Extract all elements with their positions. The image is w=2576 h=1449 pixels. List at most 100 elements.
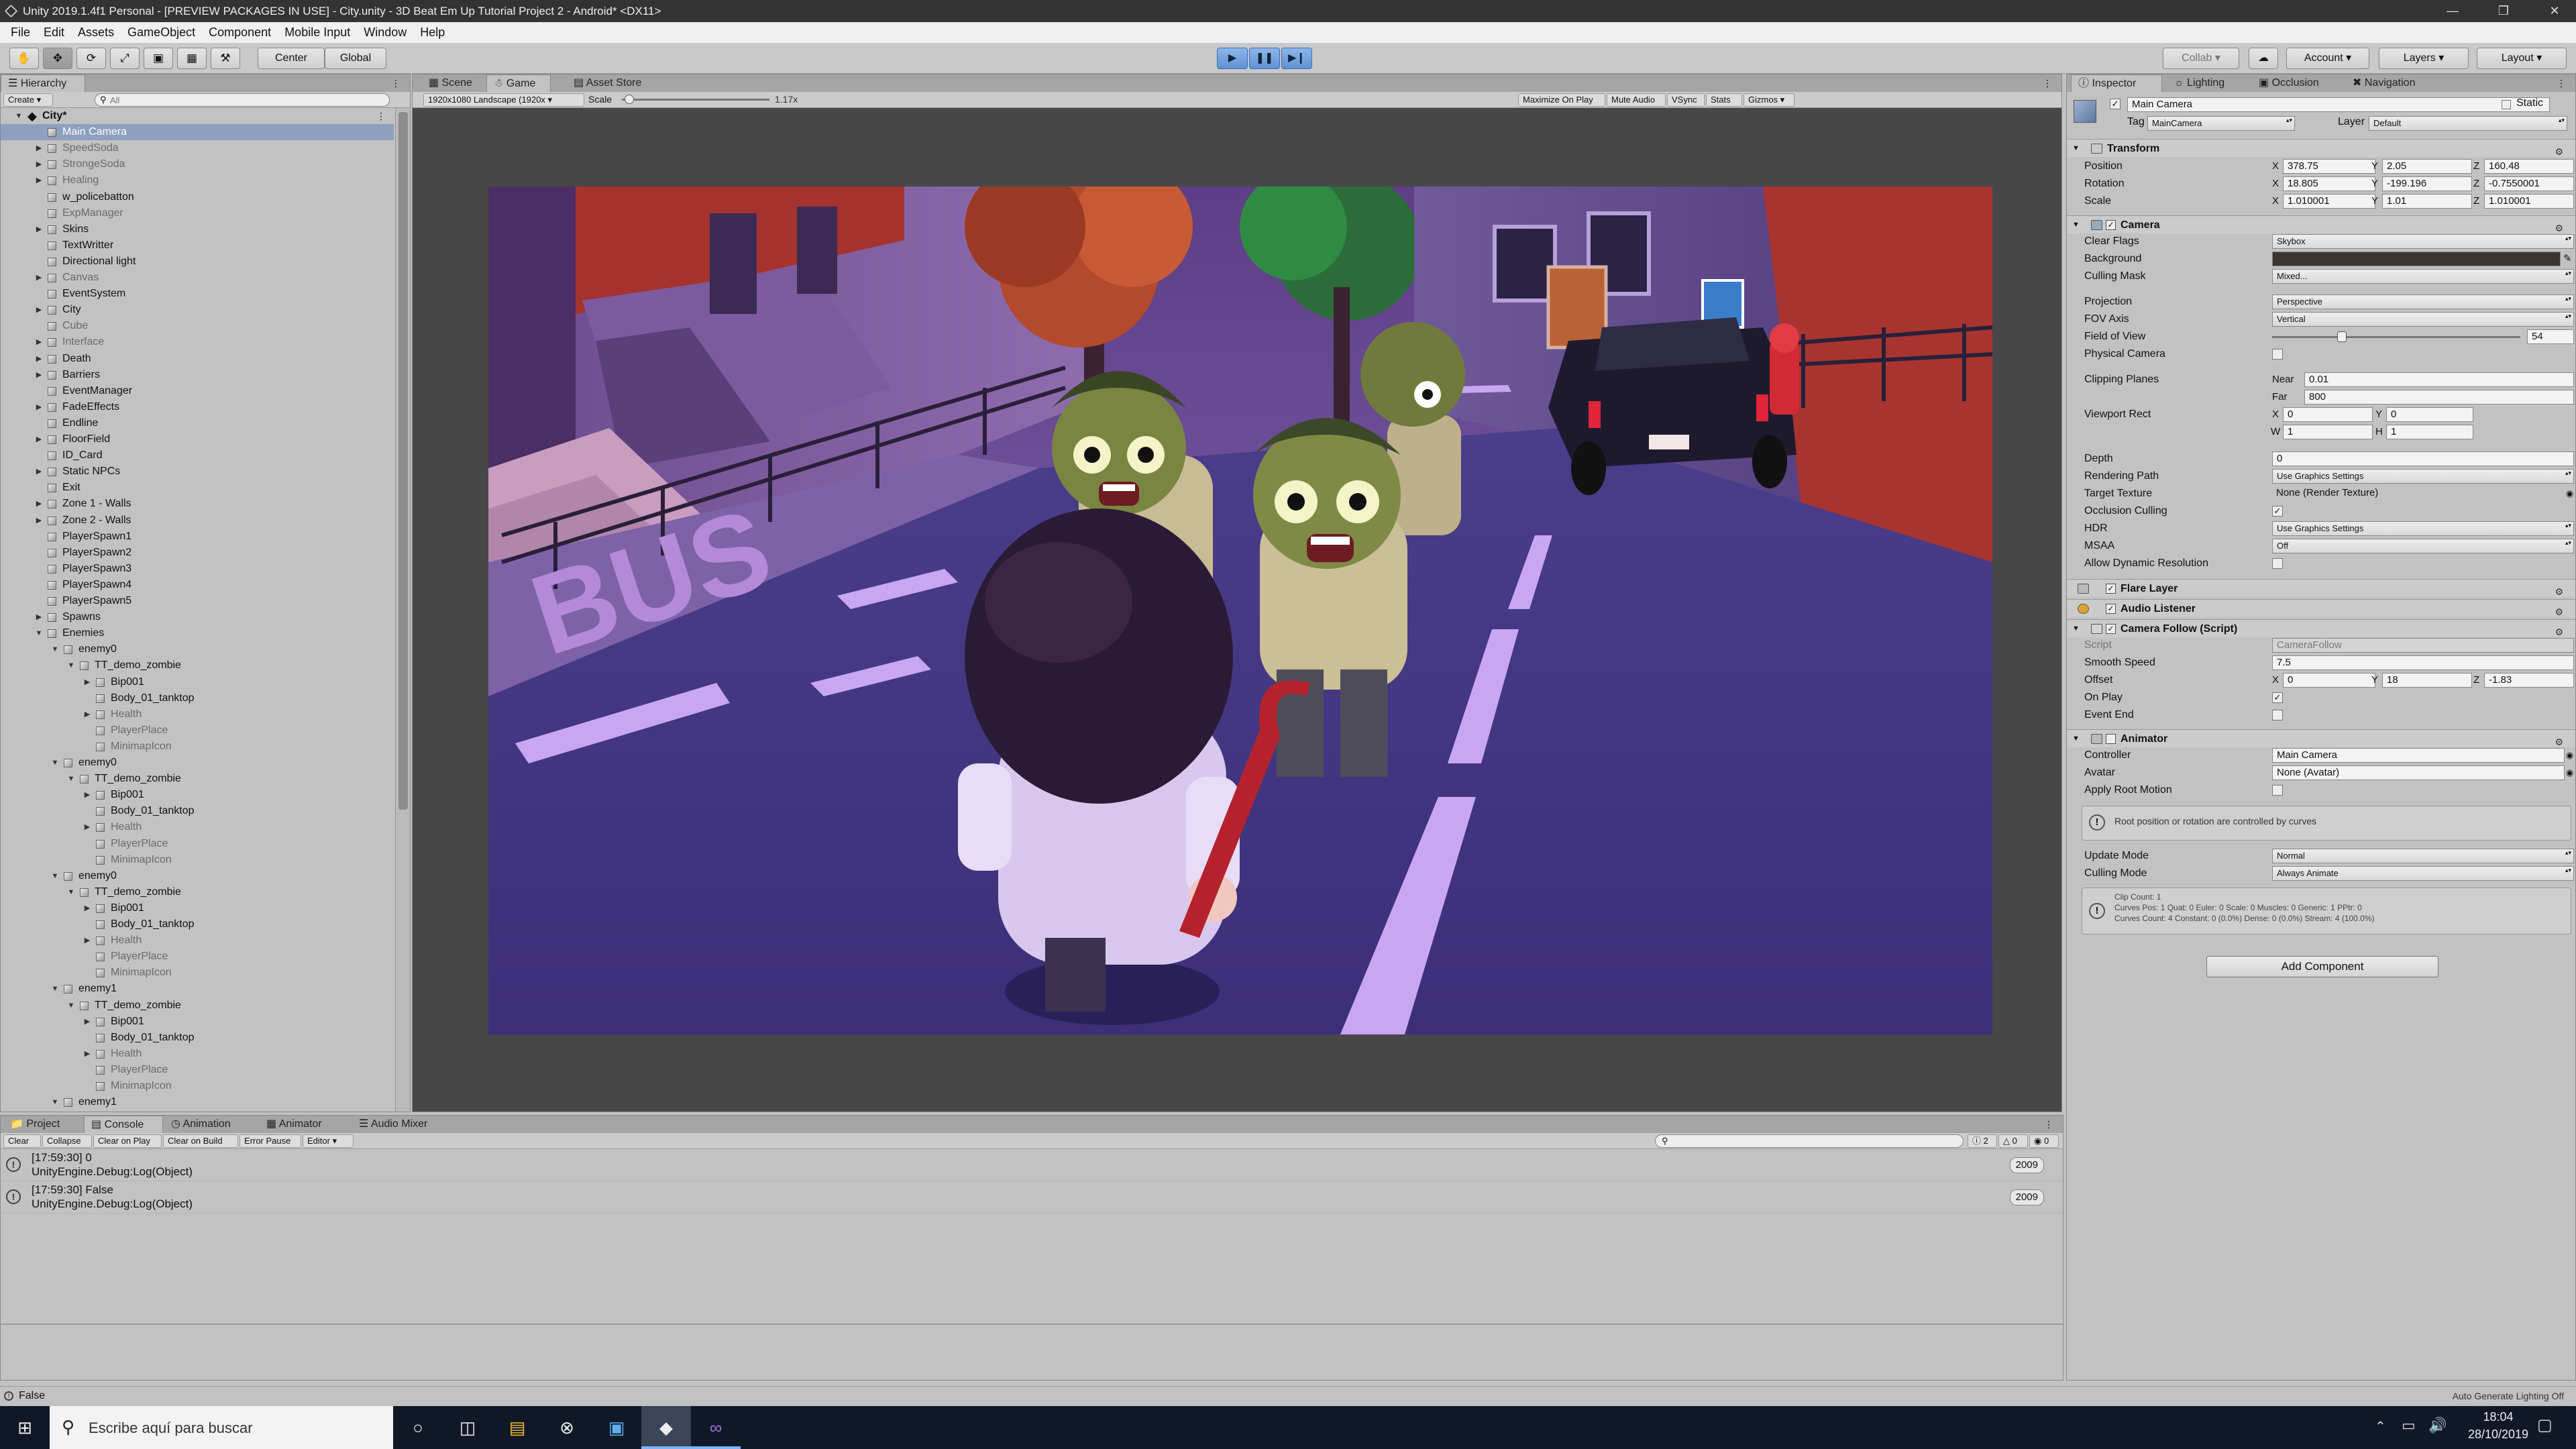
- store-icon[interactable]: ▣: [592, 1406, 641, 1449]
- scene-menu-icon[interactable]: ⋮: [376, 108, 386, 124]
- hierarchy-item[interactable]: ▶ FloorField: [1, 431, 394, 447]
- hierarchy-item[interactable]: ▶ City: [1, 302, 394, 318]
- expand-arrow-icon[interactable]: ▶: [34, 156, 44, 172]
- expand-arrow-icon[interactable]: ▶: [34, 140, 44, 156]
- editor-dropdown[interactable]: Editor ▾: [303, 1134, 354, 1148]
- hierarchy-item[interactable]: ▶ SpeedSoda: [1, 140, 394, 156]
- menu-gameobject[interactable]: GameObject: [121, 22, 202, 43]
- cloud-button[interactable]: ☁: [2249, 48, 2278, 69]
- hierarchy-item[interactable]: EventSystem: [1, 286, 394, 302]
- log-entry[interactable]: ! [17:59:30] 0 UnityEngine.Debug:Log(Obj…: [1, 1149, 2063, 1181]
- hand-tool-button[interactable]: ✋: [9, 48, 39, 69]
- space-global-button[interactable]: Global: [325, 48, 386, 69]
- panel-menu-icon[interactable]: ⋮: [2043, 74, 2052, 92]
- expand-arrow-icon[interactable]: ▶: [83, 787, 92, 803]
- hierarchy-item[interactable]: Body_01_tanktop: [1, 1030, 394, 1046]
- hierarchy-item[interactable]: ▶ Skins: [1, 221, 394, 237]
- hierarchy-item[interactable]: ▶ Health: [1, 1046, 394, 1062]
- hierarchy-item[interactable]: ▼ Enemies: [1, 625, 394, 641]
- tab-scene[interactable]: ▦ Scene: [422, 74, 484, 92]
- audio-listener-component-header[interactable]: ✓ Audio Listener ⚙: [2067, 599, 2575, 617]
- rotation-y-field[interactable]: -199.196: [2382, 176, 2472, 191]
- hierarchy-scroll-thumb[interactable]: [398, 112, 408, 810]
- add-component-button[interactable]: Add Component: [2206, 956, 2438, 977]
- animator-enabled-checkbox[interactable]: [2106, 734, 2116, 744]
- hierarchy-item[interactable]: ▶ Health: [1, 932, 394, 949]
- expand-arrow-icon[interactable]: ▶: [83, 819, 92, 835]
- console-splitter[interactable]: [1, 1324, 2063, 1325]
- tab-animator[interactable]: ▦ Animator: [260, 1116, 339, 1133]
- notification-icon[interactable]: ▢: [2537, 1415, 2553, 1435]
- clock-date[interactable]: 28/10/2019: [2458, 1428, 2538, 1442]
- log-count-toggle[interactable]: ⓘ 2: [1968, 1134, 1997, 1148]
- expand-arrow-icon[interactable]: ▶: [83, 900, 92, 916]
- expand-arrow-icon[interactable]: ▶: [83, 1014, 92, 1030]
- collapse-arrow-icon[interactable]: ▼: [50, 755, 60, 771]
- hierarchy-item[interactable]: ▶ Healing: [1, 172, 394, 189]
- network-icon[interactable]: ▭: [2402, 1417, 2416, 1434]
- eyedropper-icon[interactable]: ✎: [2563, 250, 2572, 268]
- warning-count-toggle[interactable]: △ 0: [1998, 1134, 2028, 1148]
- tray-chevron-icon[interactable]: ⌃: [2375, 1418, 2386, 1435]
- viewport-h-field[interactable]: 1: [2386, 425, 2473, 439]
- collapse-toggle[interactable]: Collapse: [42, 1134, 92, 1148]
- clear-flags-dropdown[interactable]: Skybox: [2272, 234, 2574, 249]
- object-picker-icon[interactable]: ◉: [2566, 485, 2573, 502]
- position-x-field[interactable]: 378.75: [2283, 159, 2375, 174]
- collapse-arrow-icon[interactable]: ▼: [34, 625, 44, 641]
- expand-arrow-icon[interactable]: ▶: [34, 367, 44, 383]
- viewport-x-field[interactable]: 0: [2283, 407, 2373, 422]
- hierarchy-item[interactable]: ▶ FadeEffects: [1, 399, 394, 415]
- hierarchy-item[interactable]: ▶ Health: [1, 706, 394, 722]
- custom-tool-button[interactable]: ⚒: [211, 48, 240, 69]
- scale-tool-button[interactable]: ⤢: [110, 48, 140, 69]
- near-field[interactable]: 0.01: [2304, 372, 2574, 387]
- taskbar-search-box[interactable]: ⚲ Escribe aquí para buscar: [50, 1406, 393, 1449]
- hierarchy-item[interactable]: ▼ enemy0: [1, 868, 394, 884]
- expand-arrow-icon[interactable]: ▶: [34, 399, 44, 415]
- fov-slider-track[interactable]: [2272, 336, 2520, 338]
- transform-component-header[interactable]: ▼ Transform ⚙: [2067, 139, 2575, 157]
- component-settings-icon[interactable]: ⚙: [2555, 583, 2570, 601]
- maximize-on-play-toggle[interactable]: Maximize On Play: [1518, 93, 1605, 107]
- hierarchy-item[interactable]: ▼ enemy1: [1, 1094, 394, 1110]
- file-explorer-icon[interactable]: ▤: [492, 1406, 542, 1449]
- fov-axis-dropdown[interactable]: Vertical: [2272, 312, 2574, 327]
- far-field[interactable]: 800: [2304, 390, 2574, 405]
- object-picker-icon[interactable]: ◉: [2566, 747, 2573, 764]
- windows-start-icon[interactable]: ⊞: [0, 1406, 50, 1449]
- clock-time[interactable]: 18:04: [2458, 1410, 2538, 1424]
- unity-taskbar-icon[interactable]: ◆: [641, 1406, 691, 1449]
- tab-asset-store[interactable]: ▤ Asset Store: [567, 74, 667, 92]
- step-button[interactable]: ▶❙: [1281, 48, 1312, 69]
- hierarchy-item[interactable]: ▶ Bip001: [1, 787, 394, 803]
- clear-button[interactable]: Clear: [3, 1134, 41, 1148]
- camera-component-header[interactable]: ▼ ✓ Camera ⚙: [2067, 215, 2575, 233]
- expand-arrow-icon[interactable]: ▶: [34, 496, 44, 512]
- resolution-dropdown[interactable]: 1920x1080 Landscape (1920x ▾: [423, 93, 584, 107]
- offset-x-field[interactable]: 0: [2283, 673, 2375, 688]
- hierarchy-item[interactable]: MinimapIcon: [1, 1078, 394, 1094]
- vsync-toggle[interactable]: VSync: [1667, 93, 1705, 107]
- hierarchy-item[interactable]: ▶ Health: [1, 819, 394, 835]
- hierarchy-item[interactable]: PlayerPlace: [1, 836, 394, 852]
- root-motion-checkbox[interactable]: [2272, 785, 2283, 796]
- dynamic-resolution-checkbox[interactable]: [2272, 558, 2283, 569]
- hierarchy-item[interactable]: ▼ enemy0: [1, 641, 394, 657]
- hierarchy-item[interactable]: ▼ TT_demo_zombie: [1, 657, 394, 674]
- hdr-dropdown[interactable]: Use Graphics Settings: [2272, 521, 2574, 536]
- expand-arrow-icon[interactable]: ▶: [34, 302, 44, 318]
- tab-game[interactable]: ☃ Game: [486, 74, 551, 92]
- viewport-w-field[interactable]: 1: [2283, 425, 2373, 439]
- rect-tool-button[interactable]: ▣: [144, 48, 173, 69]
- camera-follow-component-header[interactable]: ▼ ✓ Camera Follow (Script) ⚙: [2067, 619, 2575, 637]
- play-button[interactable]: ▶: [1217, 48, 1248, 69]
- panel-menu-icon[interactable]: ⋮: [2557, 74, 2566, 92]
- collapse-arrow-icon[interactable]: ▼: [50, 981, 60, 997]
- tab-animation[interactable]: ◷ Animation: [164, 1116, 249, 1133]
- rotation-x-field[interactable]: 18.805: [2283, 176, 2375, 191]
- tab-occlusion[interactable]: ▣ Occlusion: [2252, 74, 2339, 92]
- hierarchy-item[interactable]: PlayerSpawn5: [1, 593, 394, 609]
- tab-lighting[interactable]: ☼ Lighting: [2167, 74, 2248, 92]
- hierarchy-item[interactable]: ▶ Zone 2 - Walls: [1, 513, 394, 529]
